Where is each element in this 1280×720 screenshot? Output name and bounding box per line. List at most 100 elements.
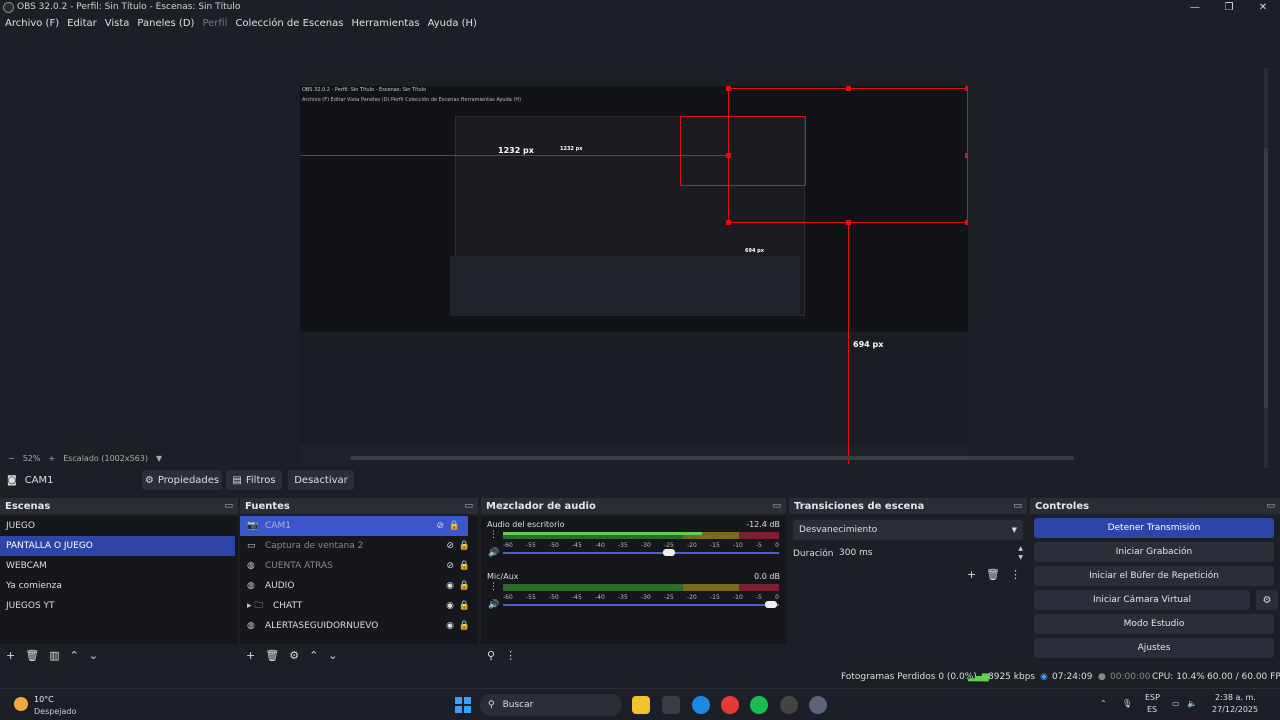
deactivate-button[interactable]: Desactivar <box>288 470 354 490</box>
dock-menu-icon[interactable]: ▭ <box>1013 501 1022 511</box>
duration-stepper[interactable]: ▲ ▼ <box>1018 544 1023 562</box>
resize-handle[interactable] <box>965 220 968 225</box>
volume-icon[interactable]: 🔈 <box>1187 699 1197 708</box>
file-explorer-icon[interactable] <box>632 696 650 714</box>
menu-vista[interactable]: Vista <box>103 16 136 32</box>
source-item[interactable]: ▭ Captura de ventana 2 ⊘ 🔒 <box>240 536 478 556</box>
filter-icon[interactable]: ▥ <box>49 649 59 662</box>
transition-select[interactable]: Desvanecimiento ▼ <box>793 520 1023 540</box>
add-icon[interactable]: + <box>246 649 255 662</box>
eye-icon[interactable]: ◉ <box>446 601 454 611</box>
scene-item[interactable]: PANTALLA O JUEGO <box>0 536 235 556</box>
preview-horizontal-scrollbar[interactable] <box>350 456 1074 460</box>
eye-hidden-icon[interactable]: ⊘ <box>446 541 454 551</box>
channel-menu-icon[interactable]: ⋮ <box>489 582 498 592</box>
menu-ayuda[interactable]: Ayuda (H) <box>426 16 483 32</box>
scale-dropdown-icon[interactable]: ▼ <box>156 454 162 463</box>
speaker-icon[interactable]: 🔊 <box>488 548 499 558</box>
preview-canvas[interactable]: OBS 32.0.2 - Perfil: Sin Título - Escena… <box>300 86 968 464</box>
edge-icon[interactable] <box>692 696 710 714</box>
eye-icon[interactable]: ◉ <box>446 581 454 591</box>
source-item[interactable]: ◍ AUDIO ◉ 🔒 <box>240 576 478 596</box>
windows-start-icon[interactable] <box>455 697 471 713</box>
scene-item[interactable]: JUEGO <box>0 516 238 536</box>
menu-coleccion-escenas[interactable]: Colección de Escenas <box>233 16 349 32</box>
source-item[interactable]: ◍ CUENTA ATRAS ⊘ 🔒 <box>240 556 478 576</box>
clock-date[interactable]: 27/12/2025 <box>1212 705 1258 714</box>
menu-paneles[interactable]: Paneles (D) <box>135 16 200 32</box>
stop-stream-button[interactable]: Detener Transmisión <box>1034 518 1274 538</box>
spotify-icon[interactable] <box>750 696 768 714</box>
resize-handle[interactable] <box>965 153 968 158</box>
chevron-up-icon[interactable]: ⌃ <box>309 649 318 662</box>
chrome-icon[interactable] <box>721 696 739 714</box>
chevron-down-icon[interactable]: ⌄ <box>328 649 337 662</box>
replay-buffer-button[interactable]: Iniciar el Búfer de Repetición <box>1034 566 1274 586</box>
zoom-in-button[interactable]: + <box>48 454 55 463</box>
microphone-icon[interactable]: 🎙 <box>1122 699 1132 708</box>
add-icon[interactable]: + <box>967 568 976 581</box>
add-icon[interactable]: + <box>6 649 15 662</box>
virtual-camera-button[interactable]: Iniciar Cámara Virtual <box>1034 590 1250 610</box>
slider-handle[interactable] <box>764 601 777 608</box>
menu-editar[interactable]: Editar <box>65 16 103 32</box>
source-item[interactable]: ▸ 🗀 CHATT ◉ 🔒 <box>240 596 478 616</box>
clock-time[interactable]: 2:38 a. m. <box>1215 693 1256 702</box>
volume-slider[interactable] <box>503 549 779 556</box>
dock-menu-icon[interactable]: ▭ <box>772 501 781 511</box>
trash-icon[interactable]: 🗑 <box>986 568 1000 581</box>
duration-input[interactable]: 300 ms <box>833 543 1023 563</box>
resize-handle[interactable] <box>726 220 731 225</box>
dock-menu-icon[interactable]: ▭ <box>1266 501 1275 511</box>
start-recording-button[interactable]: Iniciar Grabación <box>1034 542 1274 562</box>
restore-icon[interactable]: ❐ <box>1212 0 1246 14</box>
network-icon[interactable]: ▭ <box>1172 699 1180 708</box>
eye-icon[interactable]: ◉ <box>446 621 454 631</box>
resize-handle[interactable] <box>846 220 851 225</box>
scene-item[interactable]: WEBCAM <box>0 556 238 576</box>
lock-icon[interactable]: 🔒 <box>459 601 470 611</box>
minimize-icon[interactable]: — <box>1178 0 1212 14</box>
eye-hidden-icon[interactable]: ⊘ <box>446 561 454 571</box>
language-indicator-secondary[interactable]: ES <box>1147 705 1157 714</box>
resize-handle[interactable] <box>846 86 851 91</box>
more-icon[interactable]: ⋮ <box>505 649 516 662</box>
scene-item[interactable]: Ya comienza <box>0 576 238 596</box>
lock-icon[interactable]: 🔒 <box>449 521 460 531</box>
resize-handle[interactable] <box>726 86 731 91</box>
scene-item[interactable]: JUEGOS YT <box>0 596 238 616</box>
slider-handle[interactable] <box>662 549 675 556</box>
lock-icon[interactable]: 🔒 <box>459 561 470 571</box>
chevron-down-icon[interactable]: ⌄ <box>89 649 98 662</box>
dock-menu-icon[interactable]: ▭ <box>224 501 233 511</box>
preview-area[interactable]: OBS 32.0.2 - Perfil: Sin Título - Escena… <box>0 34 1280 488</box>
lock-icon[interactable]: 🔒 <box>459 581 470 591</box>
store-icon[interactable] <box>662 696 680 714</box>
trash-icon[interactable]: 🗑 <box>25 649 39 662</box>
menu-perfil[interactable]: Perfil <box>200 16 233 32</box>
studio-mode-button[interactable]: Modo Estudio <box>1034 614 1274 634</box>
trash-icon[interactable]: 🗑 <box>265 649 279 662</box>
resize-handle[interactable] <box>965 86 968 91</box>
virtual-camera-settings-button[interactable]: ⚙ <box>1256 590 1278 610</box>
properties-button[interactable]: ⚙ Propiedades <box>142 470 222 490</box>
menu-herramientas[interactable]: Herramientas <box>349 16 425 32</box>
eye-hidden-icon[interactable]: ⊘ <box>436 521 444 531</box>
chevron-up-icon[interactable]: ⌃ <box>70 649 79 662</box>
preview-vertical-scrollbar[interactable] <box>1264 68 1268 488</box>
close-icon[interactable]: ✕ <box>1246 0 1280 14</box>
speaker-icon[interactable]: 🔊 <box>488 600 499 610</box>
menu-archivo[interactable]: Archivo (F) <box>3 16 65 32</box>
source-item[interactable]: 📷 CAM1 ⊘ 🔒 <box>240 516 468 536</box>
taskbar-search[interactable]: ⚲ Buscar <box>480 694 622 716</box>
source-item[interactable]: ◍ ALERTASEGUIDORNUEVO ◉ 🔒 <box>240 616 478 636</box>
settings-button[interactable]: Ajustes <box>1034 638 1274 658</box>
volume-slider[interactable] <box>503 601 779 608</box>
scrollbar-thumb[interactable] <box>1264 148 1268 408</box>
dock-menu-icon[interactable]: ▭ <box>464 501 473 511</box>
settings-app-icon[interactable] <box>809 696 827 714</box>
channel-menu-icon[interactable]: ⋮ <box>489 530 498 540</box>
obs-taskbar-icon[interactable] <box>780 696 798 714</box>
language-indicator[interactable]: ESP <box>1145 693 1160 702</box>
tray-chevron-icon[interactable]: ⌃ <box>1100 699 1107 708</box>
